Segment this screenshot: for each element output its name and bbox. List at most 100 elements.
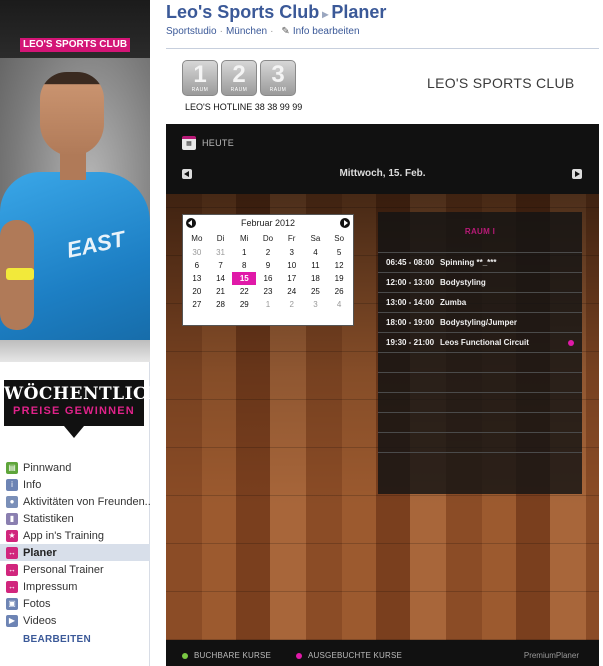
schedule-slot[interactable]: 12:00 - 13:00 Bodystyling [378,272,582,292]
schedule-slot[interactable]: 06:45 - 08:00 Spinning **_*** [378,252,582,272]
sidebar-item-personal-trainer[interactable]: ↔ Personal Trainer [0,561,150,578]
next-day-button[interactable] [572,169,582,179]
breadcrumb-arrow-icon: ▸ [322,7,329,21]
promo-line2: PREISE GEWINNEN [13,405,135,417]
calendar-day[interactable]: 14 [209,272,233,285]
calendar-day[interactable]: 1 [232,246,256,259]
schedule-slot-empty [378,452,582,472]
sidebar-item-info[interactable]: i Info [0,476,150,493]
slot-course: Bodystyling [440,278,486,287]
sidebar-item-label: Fotos [23,597,51,610]
category-link[interactable]: Sportstudio [166,26,217,37]
schedule-slot[interactable]: 19:30 - 21:00 Leos Functional Circuit [378,332,582,352]
calendar-day[interactable]: 29 [232,298,256,311]
calendar-day[interactable]: 20 [185,285,209,298]
sidebar-item-statistics[interactable]: ▮ Statistiken [0,510,150,527]
schedule-slot-empty [378,352,582,372]
calendar-day[interactable]: 12 [327,259,351,272]
edit-nav-link[interactable]: BEARBEITEN [23,634,91,645]
calendar-day[interactable]: 31 [209,246,233,259]
sidebar-item-planer[interactable]: ↔ Planer [0,544,150,561]
room-3-button[interactable]: 3 RAUM [260,60,296,96]
calendar-day[interactable]: 8 [232,259,256,272]
calendar-day[interactable]: 18 [304,272,328,285]
room-1-button[interactable]: 1 RAUM [182,60,218,96]
room-label: RAUM [269,87,287,93]
calendar-day[interactable]: 25 [304,285,328,298]
calendar-day[interactable]: 23 [256,285,280,298]
edit-info-link[interactable]: Info bearbeiten [293,26,360,37]
calendar-day[interactable]: 5 [327,246,351,259]
legend-bar: BUCHBARE KURSE AUSGEBUCHTE KURSE Premium… [166,642,599,666]
calendar-day[interactable]: 3 [304,298,328,311]
calendar-next-month-button[interactable] [340,218,350,228]
city-link[interactable]: München [226,26,267,37]
sidebar-item-videos[interactable]: ▶ Videos [0,612,150,629]
sidebar-nav: ▤ Pinnwand i Info ● Aktivitäten von Freu… [0,459,150,629]
calendar-day[interactable]: 3 [280,246,304,259]
calendar-day[interactable]: 2 [256,246,280,259]
calendar-day-selected[interactable]: 15 [232,272,257,285]
trainer-icon: ↔ [6,563,18,576]
slot-time: 19:30 - 21:00 [386,338,435,347]
sidebar-item-fotos[interactable]: ▣ Fotos [0,595,150,612]
sidebar-item-label: Aktivitäten von Freunden... [23,495,150,508]
sidebar-item-pinnwand[interactable]: ▤ Pinnwand [0,459,150,476]
planner-panel: ▦ HEUTE Mittwoch, 15. Feb. Februar 2012 … [166,124,599,666]
calendar-weekday: Mo [191,234,203,243]
room-selector: 1 RAUM 2 RAUM 3 RAUM [182,60,296,96]
room-2-button[interactable]: 2 RAUM [221,60,257,96]
schedule-slot[interactable]: 18:00 - 19:00 Bodystyling/Jumper [378,312,582,332]
room-schedule: RAUM I 06:45 - 08:00 Spinning **_*** 12:00… [378,212,582,494]
schedule-slot[interactable]: 13:00 - 14:00 Zumba [378,292,582,312]
calendar-day[interactable]: 17 [280,272,304,285]
profile-picture[interactable]: LEO'S SPORTS CLUB EAST [0,0,150,362]
calendar-weekday: Sa [310,234,321,243]
schedule-slot-empty [378,372,582,392]
calendar-day[interactable]: 28 [209,298,233,311]
sidebar-item-app-training[interactable]: ★ App in's Training [0,527,150,544]
legend-bookable: BUCHBARE KURSE [182,651,271,660]
calendar-day[interactable]: 4 [304,246,328,259]
promo-banner[interactable]: WÖCHENTLICH PREISE GEWINNEN [4,380,163,426]
videos-icon: ▶ [6,614,18,627]
today-button[interactable]: ▦ HEUTE [182,136,234,150]
calendar-day[interactable]: 27 [185,298,209,311]
calendar-day[interactable]: 21 [209,285,233,298]
today-label: HEUTE [202,138,235,148]
current-day-title: Mittwoch, 15. Feb. [339,168,426,179]
sidebar-item-activities[interactable]: ● Aktivitäten von Freunden... [0,493,150,510]
pink-dot-icon [296,652,302,659]
page-name-link[interactable]: Leo's Sports Club [166,2,319,22]
slot-time: 12:00 - 13:00 [386,278,435,287]
slot-course: Spinning **_*** [440,258,497,267]
club-logo: LEO'S SPORTS CLUB [427,75,575,91]
wristband [6,268,34,280]
calendar-day[interactable]: 6 [185,259,209,272]
separator-dot: · [219,26,223,37]
calendar-day[interactable]: 4 [327,298,351,311]
calendar-weekday: Di [216,234,225,243]
sidebar-item-impressum[interactable]: ↔ Impressum [0,578,150,595]
hero-floor [0,340,150,362]
friends-icon: ● [6,495,18,508]
calendar-day[interactable]: 2 [280,298,304,311]
calendar-day[interactable]: 16 [256,272,280,285]
calendar-day[interactable]: 26 [327,285,351,298]
calendar-day[interactable]: 22 [232,285,256,298]
calendar-day[interactable]: 24 [280,285,304,298]
calendar-day[interactable]: 13 [185,272,209,285]
sidebar-item-label: App in's Training [23,529,104,542]
calendar-day[interactable]: 19 [327,272,351,285]
sidebar-item-label: Planer [23,546,57,559]
calendar-day[interactable]: 9 [256,259,280,272]
calendar-day[interactable]: 7 [209,259,233,272]
mini-calendar: Februar 2012 Mo Di Mi Do Fr Sa So 30 31 1 2 3 4 5 6 7 8 9… [182,214,354,326]
calendar-day[interactable]: 1 [256,298,280,311]
green-dot-icon [182,652,188,659]
room-number: 2 [232,61,246,88]
calendar-day[interactable]: 10 [280,259,304,272]
room-label: RAUM [230,87,248,93]
calendar-day[interactable]: 11 [304,259,328,272]
calendar-day[interactable]: 30 [185,246,209,259]
